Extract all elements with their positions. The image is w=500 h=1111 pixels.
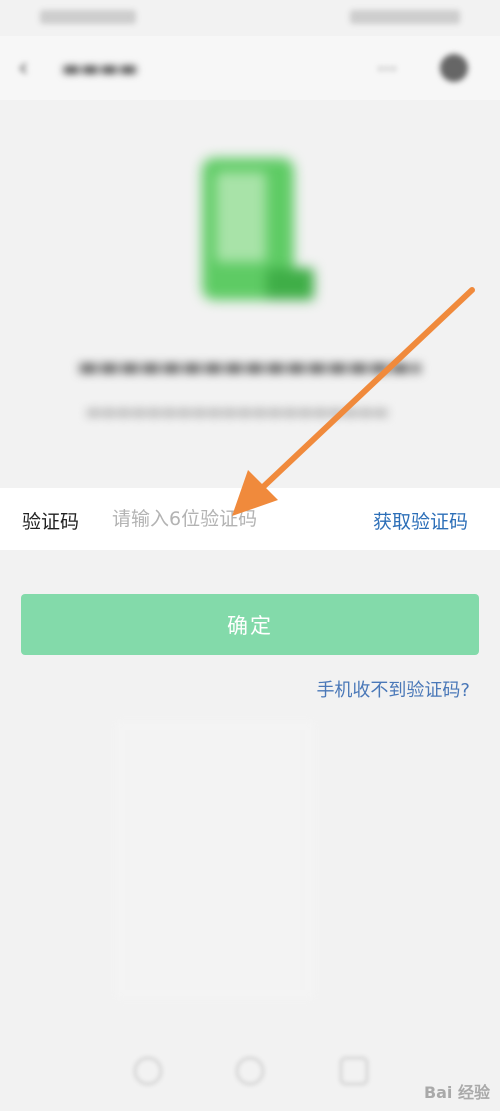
nav-back-icon[interactable] bbox=[134, 1057, 162, 1085]
nav-recents-icon[interactable] bbox=[340, 1057, 368, 1085]
no-code-help-link[interactable]: 手机收不到验证码? bbox=[316, 676, 470, 702]
baidu-jingyan-watermark: Bai 经验 bbox=[424, 1079, 490, 1103]
watermark-text: Bai 经验 bbox=[423, 1083, 490, 1102]
status-bar-right bbox=[350, 10, 460, 24]
confirm-button[interactable]: 确定 bbox=[21, 594, 479, 655]
blurred-subtext: ▬▬▬▬▬▬▬▬▬▬▬▬▬▬▬▬▬▬▬▬ bbox=[86, 402, 389, 421]
status-bar-left bbox=[40, 10, 136, 24]
phone-illustration-screen bbox=[216, 172, 266, 262]
verification-code-label: 验证码 bbox=[22, 511, 80, 533]
annotation-arrow-line bbox=[259, 287, 475, 491]
menu-circle-icon[interactable] bbox=[440, 54, 468, 82]
status-bar bbox=[0, 0, 500, 36]
bottom-navigation-bar: Bai 经验 bbox=[0, 1031, 500, 1111]
page-title: ▬▬▬▬ bbox=[62, 56, 138, 80]
more-icon[interactable]: ⋯ bbox=[372, 56, 402, 80]
get-code-button[interactable]: 获取验证码 bbox=[373, 507, 468, 534]
verification-code-row: 验证码 获取验证码 bbox=[0, 488, 500, 550]
navigation-bar: ‹ ▬▬▬▬ ⋯ bbox=[0, 36, 500, 100]
faint-background-panel bbox=[115, 720, 315, 1000]
blurred-heading: ▬▬▬▬▬▬▬▬▬▬▬▬▬▬▬▬▬▬ bbox=[78, 355, 420, 380]
phone-illustration bbox=[192, 158, 314, 306]
verification-code-input[interactable] bbox=[112, 500, 312, 538]
phone-illustration-badge bbox=[266, 268, 314, 300]
nav-home-icon[interactable] bbox=[236, 1057, 264, 1085]
back-arrow-icon[interactable]: ‹ bbox=[18, 54, 44, 82]
